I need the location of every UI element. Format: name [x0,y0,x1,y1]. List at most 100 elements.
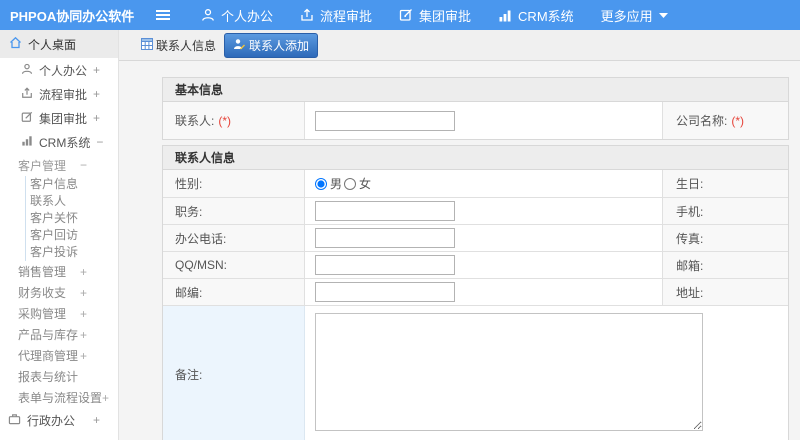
nav-group-approval[interactable]: 集团审批 [399,6,471,25]
sidebar-item-customer-info[interactable]: 客户信息 [26,176,118,193]
required-mark: (*) [731,113,745,128]
mobile-label: 手机: [663,198,788,224]
main-layout: 个人桌面 个人办公 + 流程审批 + 集团审批 + CRM系统 − 客户管理 −… [0,30,800,440]
birthday-label: 生日: [663,170,788,197]
user-icon [201,8,215,22]
sidebar-item-products-inventory[interactable]: 产品与库存 + [0,324,118,345]
note-label: 备注: [163,306,305,440]
sidebar-item-personal-desktop[interactable]: 个人桌面 [0,30,118,58]
gender-radio-group: 男 女 [315,175,371,192]
sidebar-item-agent-management[interactable]: 代理商管理 + [0,345,118,366]
sidebar-item-reports-statistics[interactable]: 报表与统计 [0,366,118,387]
hamburger-menu-icon[interactable] [155,9,171,21]
contact-add-icon [233,38,246,53]
sidebar-item-label: 表单与流程设置 [18,391,103,405]
sidebar-item-form-workflow-settings[interactable]: 表单与流程设置 + [0,387,118,408]
basic-info-panel: 基本信息 联系人: (*) 公司名称: (*) [162,77,789,140]
sidebar-item-group-approval[interactable]: 集团审批 + [0,106,118,130]
expand-plus-icon[interactable]: + [80,307,87,321]
gender-female-label: 女 [359,177,372,191]
postcode-input[interactable] [315,282,455,302]
office-phone-input[interactable] [315,228,455,248]
expand-plus-icon[interactable]: + [93,63,100,77]
customer-management-submenu: 客户信息 联系人 客户关怀 客户回访 客户投诉 [25,176,118,261]
expand-plus-icon[interactable]: + [80,265,87,279]
tab-contact-info[interactable]: 联系人信息 [139,34,218,57]
content-area: 联系人信息 联系人添加 基本信息 联系人: (*) 公司名称: (*) 联系人信… [119,30,800,440]
nav-more-apps[interactable]: 更多应用 [601,6,668,25]
job-title-label: 职务: [163,198,305,224]
note-textarea[interactable] [315,313,703,431]
sidebar-item-label: 产品与库存 [18,328,79,342]
sidebar-item-label: 财务收支 [18,286,67,300]
qq-msn-input[interactable] [315,255,455,275]
sidebar-item-sales-management[interactable]: 销售管理 + [0,261,118,282]
home-icon [9,36,22,52]
sidebar-item-crm-system[interactable]: CRM系统 − [0,130,118,154]
field-label: 联系人: [175,114,215,128]
gender-male-radio[interactable] [315,177,327,190]
collapse-minus-icon[interactable]: − [96,135,103,149]
office-phone-field-cell [305,225,663,251]
bar-chart-icon [21,135,33,149]
sidebar-item-label: 集团审批 [39,111,88,126]
fax-label: 传真: [663,225,788,251]
tab-contact-add[interactable]: 联系人添加 [224,32,319,58]
job-title-input[interactable] [315,201,455,221]
office-phone-label: 办公电话: [163,225,305,251]
sidebar-item-administration[interactable]: 行政办公 + [0,408,118,432]
expand-plus-icon[interactable]: + [93,413,100,427]
sidebar-item-label: 个人桌面 [28,37,77,52]
company-name-label: 公司名称: (*) [663,102,788,139]
gender-male-label: 男 [330,177,343,191]
table-grid-icon [141,37,153,53]
nav-personal-office[interactable]: 个人办公 [201,6,273,25]
sidebar-item-label: CRM系统 [39,135,91,150]
tab-bar: 联系人信息 联系人添加 [119,30,800,61]
address-label: 地址: [663,279,788,305]
gender-female-radio[interactable] [344,177,357,190]
contact-name-input[interactable] [315,110,455,131]
sidebar-item-contacts[interactable]: 联系人 [26,193,118,210]
briefcase-icon [8,413,21,428]
sidebar-item-purchasing[interactable]: 采购管理 + [0,303,118,324]
sidebar-item-customer-revisit[interactable]: 客户回访 [26,227,118,244]
expand-plus-icon[interactable]: + [80,286,87,300]
sidebar-item-personal-office[interactable]: 个人办公 + [0,58,118,82]
app-logo: PHPOA协同办公软件 [10,8,135,24]
sidebar-item-customer-management[interactable]: 客户管理 − [0,154,118,176]
sidebar-item-customer-complaint[interactable]: 客户投诉 [26,244,118,261]
gender-label: 性别: [163,170,305,197]
form-row-postcode: 邮编: 地址: [163,278,788,305]
nav-workflow-approval[interactable]: 流程审批 [300,6,372,25]
share-icon [21,86,33,102]
sidebar-item-label: 报表与统计 [18,370,79,384]
nav-item-label: 流程审批 [320,8,373,24]
expand-plus-icon[interactable]: + [93,111,100,125]
expand-plus-icon[interactable]: + [102,391,109,405]
expand-plus-icon[interactable]: + [93,87,100,101]
field-label: 公司名称: [676,114,728,128]
sidebar-item-label: 采购管理 [18,307,67,321]
job-title-field-cell [305,198,663,224]
sidebar-item-workflow-approval[interactable]: 流程审批 + [0,82,118,106]
sidebar-item-label: 客户管理 [18,158,67,173]
expand-plus-icon[interactable]: + [80,328,87,342]
expand-plus-icon[interactable]: + [80,349,87,363]
sidebar-item-finance[interactable]: 财务收支 + [0,282,118,303]
sidebar-item-label: 代理商管理 [18,349,79,363]
form-row-gender: 性别: 男 女 生日: [163,170,788,197]
email-label: 邮箱: [663,252,788,278]
sidebar-item-customer-care[interactable]: 客户关怀 [26,210,118,227]
nav-crm-system[interactable]: CRM系统 [498,6,574,25]
collapse-minus-icon[interactable]: − [80,158,87,172]
top-navigation: 个人办公 流程审批 集团审批 CRM系统 更多应用 [201,6,668,25]
postcode-label: 邮编: [163,279,305,305]
form-row-contact-name: 联系人: (*) 公司名称: (*) [163,102,788,139]
gender-field-cell: 男 女 [305,170,663,197]
sidebar-item-label: 流程审批 [39,87,88,102]
sidebar-item-label: 行政办公 [27,413,76,428]
tab-label: 联系人信息 [156,38,217,53]
contact-name-label: 联系人: (*) [163,102,305,139]
form-row-job-title: 职务: 手机: [163,197,788,224]
